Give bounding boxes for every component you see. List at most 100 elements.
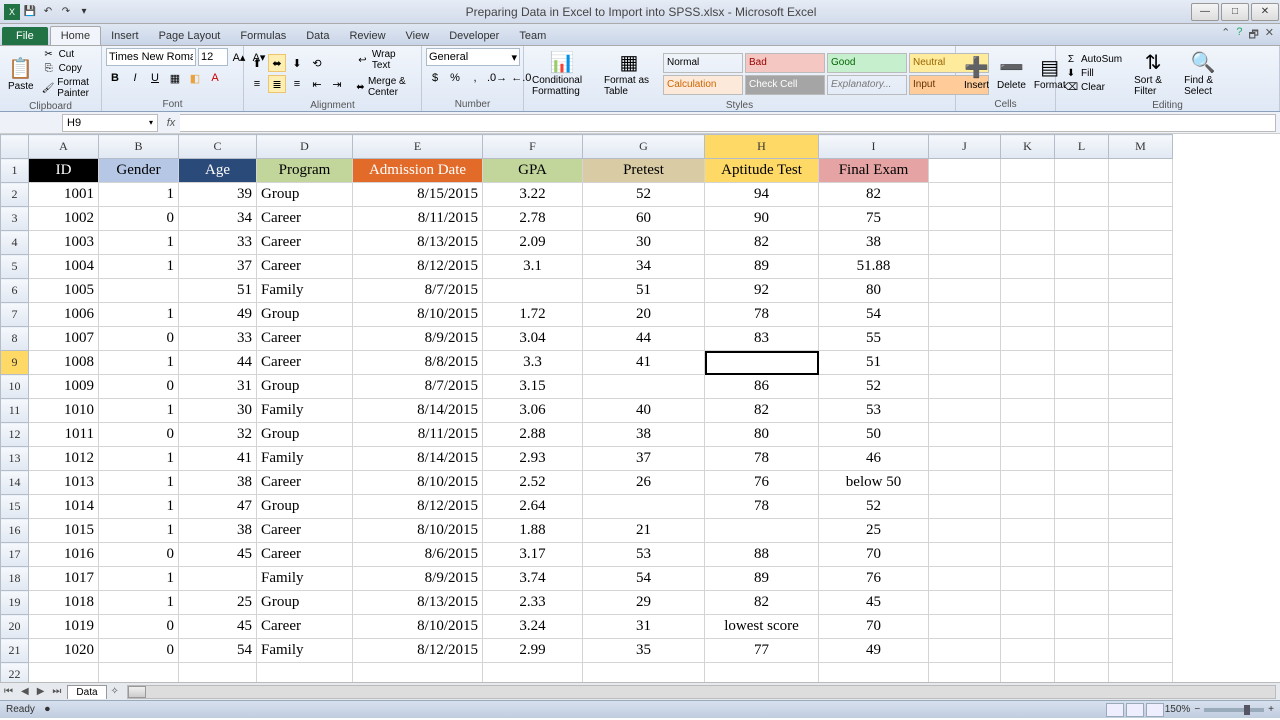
col-header-I[interactable]: I [819,135,929,159]
cell[interactable] [1001,471,1055,495]
orientation-button[interactable]: ⟲ [308,54,326,72]
cell[interactable]: 1 [99,495,179,519]
cell[interactable]: 8/10/2015 [353,471,483,495]
cell[interactable]: 0 [99,615,179,639]
cell[interactable] [929,591,1001,615]
tab-insert[interactable]: Insert [101,27,149,45]
cell[interactable]: 37 [179,255,257,279]
tab-data[interactable]: Data [296,27,339,45]
cell[interactable]: 1018 [29,591,99,615]
cell[interactable]: 8/7/2015 [353,279,483,303]
cell[interactable]: 45 [179,615,257,639]
select-all-corner[interactable] [1,135,29,159]
cell[interactable]: 1.72 [483,303,583,327]
bold-button[interactable]: B [106,69,124,87]
cell[interactable] [1001,447,1055,471]
header-cell[interactable]: Pretest [583,159,705,183]
cell[interactable] [1055,543,1109,567]
cell[interactable]: 35 [583,639,705,663]
cell[interactable] [1055,351,1109,375]
paste-button[interactable]: 📋 Paste [4,54,38,94]
cell[interactable] [483,279,583,303]
cell[interactable] [1055,183,1109,207]
view-normal-button[interactable] [1106,703,1124,717]
cell[interactable] [1055,567,1109,591]
cell[interactable] [1001,423,1055,447]
cell[interactable]: 30 [583,231,705,255]
cell[interactable] [1109,615,1173,639]
align-top-button[interactable]: ⬆ [248,54,266,72]
align-middle-button[interactable]: ⬌ [268,54,286,72]
cell[interactable] [1109,255,1173,279]
cell[interactable]: 78 [705,303,819,327]
cell[interactable] [483,663,583,683]
cell[interactable] [1001,279,1055,303]
cell[interactable]: 0 [99,207,179,231]
cell[interactable]: 3.1 [483,255,583,279]
cell[interactable] [929,207,1001,231]
ribbon-minimize-icon[interactable]: ⌃ [1221,26,1230,45]
cell[interactable] [1109,495,1173,519]
cell[interactable]: 92 [705,279,819,303]
header-cell[interactable]: Program [257,159,353,183]
cell[interactable]: 32 [179,423,257,447]
cell[interactable] [1109,399,1173,423]
cell[interactable]: 2.33 [483,591,583,615]
cell[interactable]: 34 [583,255,705,279]
cell[interactable]: 80 [819,279,929,303]
cell[interactable]: 54 [583,567,705,591]
horizontal-scrollbar[interactable] [127,685,1276,699]
cell[interactable] [1109,159,1173,183]
cell[interactable]: 52 [819,375,929,399]
col-header-H[interactable]: H [705,135,819,159]
clear-button[interactable]: ⌫Clear [1060,81,1126,94]
cell[interactable]: 8/12/2015 [353,495,483,519]
row-header-17[interactable]: 17 [1,543,29,567]
cell[interactable] [1055,399,1109,423]
cell[interactable]: 70 [819,543,929,567]
cell[interactable]: 1 [99,567,179,591]
cell[interactable] [1055,207,1109,231]
cell[interactable]: 3.74 [483,567,583,591]
row-header-15[interactable]: 15 [1,495,29,519]
cell[interactable] [705,351,819,375]
row-header-21[interactable]: 21 [1,639,29,663]
header-cell[interactable]: Aptitude Test [705,159,819,183]
cell[interactable] [1055,303,1109,327]
cell[interactable] [1109,231,1173,255]
cell[interactable]: 8/8/2015 [353,351,483,375]
col-header-M[interactable]: M [1109,135,1173,159]
row-header-10[interactable]: 10 [1,375,29,399]
cell[interactable] [1001,183,1055,207]
cell[interactable]: 51 [179,279,257,303]
cell[interactable]: 1006 [29,303,99,327]
align-center-button[interactable]: ≣ [268,75,286,93]
cell[interactable] [583,663,705,683]
increase-decimal-button[interactable]: .0→ [486,69,508,87]
cell[interactable] [1001,231,1055,255]
cell[interactable]: 1002 [29,207,99,231]
scroll-thumb[interactable] [128,686,146,698]
cell[interactable] [929,231,1001,255]
cell[interactable]: Career [257,327,353,351]
sheet-nav-first[interactable]: ⏮ [0,686,17,697]
row-header-11[interactable]: 11 [1,399,29,423]
cell[interactable]: 8/7/2015 [353,375,483,399]
cell[interactable]: Family [257,279,353,303]
cell[interactable]: 8/9/2015 [353,327,483,351]
sheet-nav-last[interactable]: ⏭ [48,686,65,697]
conditional-formatting-button[interactable]: 📊Conditional Formatting [528,48,596,99]
cell[interactable] [929,327,1001,351]
header-cell[interactable]: GPA [483,159,583,183]
cell[interactable]: 75 [819,207,929,231]
underline-button[interactable]: U [146,69,164,87]
cell[interactable] [1055,471,1109,495]
style-calculation[interactable]: Calculation [663,75,743,95]
cell[interactable]: 1020 [29,639,99,663]
tab-team[interactable]: Team [509,27,556,45]
cell[interactable]: 1001 [29,183,99,207]
cell[interactable]: 2.88 [483,423,583,447]
cell[interactable] [1109,207,1173,231]
cell[interactable]: Group [257,495,353,519]
cell[interactable] [1001,255,1055,279]
